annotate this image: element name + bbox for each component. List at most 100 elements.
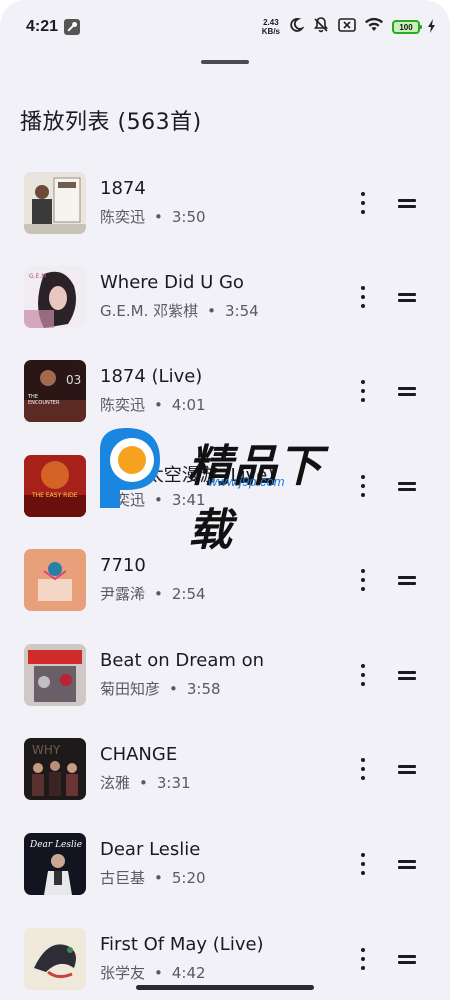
track-artist: 陈奕迅	[100, 396, 146, 414]
album-art: THE EASY RIDE	[24, 455, 86, 517]
status-icons: 2.43 KB/s 100	[262, 16, 436, 38]
svg-text:THE EASY RIDE: THE EASY RIDE	[31, 492, 78, 499]
drag-handle-icon[interactable]	[396, 384, 418, 398]
track-title: 1874 (Live)	[100, 366, 203, 387]
track-row[interactable]: Beat on Dream on 菊田知彦 • 3:58	[0, 644, 450, 738]
meta-separator: •	[169, 680, 178, 698]
track-meta: 尹露浠 • 2:54	[100, 583, 206, 604]
svg-text:G.E.M: G.E.M	[29, 273, 46, 280]
meta-separator: •	[139, 774, 148, 792]
track-artist: 古巨基	[100, 869, 146, 887]
more-vert-icon[interactable]	[356, 284, 370, 310]
track-meta: 菊田知彦 • 3:58	[100, 678, 221, 699]
more-vert-icon[interactable]	[356, 946, 370, 972]
sim-off-icon	[338, 17, 356, 37]
track-meta: 张学友 • 4:42	[100, 962, 206, 983]
track-artist: 尹露浠	[100, 585, 146, 603]
track-duration: 2:54	[171, 585, 206, 603]
track-meta: 陈奕迅 • 3:50	[100, 206, 206, 227]
moon-icon	[288, 17, 305, 37]
track-title: Dear Leslie	[100, 839, 201, 860]
meta-separator: •	[154, 964, 163, 982]
meta-separator: •	[154, 869, 163, 887]
drag-handle-icon[interactable]	[396, 857, 418, 871]
album-art	[24, 644, 86, 706]
track-duration: 3:54	[224, 302, 259, 320]
track-row[interactable]: 03 THE ENCOUNTER 1874 (Live) 陈奕迅 • 4:01	[0, 360, 450, 454]
drag-handle-icon[interactable]	[396, 573, 418, 587]
wrench-icon	[64, 19, 80, 35]
track-row[interactable]: WHY CHANGE 泫雅 • 3:31	[0, 738, 450, 832]
meta-separator: •	[154, 396, 163, 414]
track-duration: 3:58	[186, 680, 221, 698]
track-row[interactable]: Dear Leslie Dear Leslie 古巨基 • 5:20	[0, 833, 450, 927]
track-artist: G.E.M. 邓紫棋	[100, 302, 199, 320]
meta-separator: •	[154, 208, 163, 226]
track-meta: 陈奕迅 • 4:01	[100, 394, 206, 415]
status-bar: 4:21 2.43 KB/s 100	[0, 0, 450, 56]
track-row[interactable]: 1874 陈奕迅 • 3:50	[0, 172, 450, 266]
page-title: 播放列表 (563首)	[20, 110, 202, 135]
album-art: WHY	[24, 738, 86, 800]
album-art: Dear Leslie	[24, 833, 86, 895]
drag-handle-icon[interactable]	[396, 762, 418, 776]
drag-handle-icon[interactable]	[396, 668, 418, 682]
charging-icon	[428, 18, 436, 37]
album-art	[24, 172, 86, 234]
track-row[interactable]: THE EASY RIDE 2001太空漫游 (Live) 陈奕迅 • 3:41	[0, 455, 450, 549]
more-vert-icon[interactable]	[356, 378, 370, 404]
album-art: 03 THE ENCOUNTER	[24, 360, 86, 422]
track-title: First Of May (Live)	[100, 934, 264, 955]
track-meta: 陈奕迅 • 3:41	[100, 489, 206, 510]
svg-text:WHY: WHY	[32, 743, 61, 757]
mute-icon	[312, 16, 330, 38]
track-title: 2001太空漫游 (Live)	[100, 465, 275, 486]
meta-separator: •	[154, 585, 163, 603]
track-title: 7710	[100, 555, 146, 576]
track-artist: 张学友	[100, 964, 146, 982]
meta-separator: •	[154, 491, 163, 509]
more-vert-icon[interactable]	[356, 190, 370, 216]
track-meta: G.E.M. 邓紫棋 • 3:54	[100, 300, 259, 321]
track-duration: 3:41	[171, 491, 206, 509]
more-vert-icon[interactable]	[356, 756, 370, 782]
track-duration: 4:42	[171, 964, 206, 982]
svg-text:ENCOUNTER: ENCOUNTER	[28, 400, 60, 406]
track-artist: 泫雅	[100, 774, 131, 792]
wifi-icon	[364, 17, 384, 37]
svg-text:Dear Leslie: Dear Leslie	[29, 840, 82, 850]
track-row[interactable]: 7710 尹露浠 • 2:54	[0, 549, 450, 643]
track-artist: 陈奕迅	[100, 491, 146, 509]
track-title: Beat on Dream on	[100, 650, 265, 671]
sheet-drag-handle[interactable]	[201, 60, 249, 64]
track-row[interactable]: G.E.M Where Did U Go G.E.M. 邓紫棋 • 3:54	[0, 266, 450, 360]
track-title: 1874	[100, 178, 146, 199]
more-vert-icon[interactable]	[356, 851, 370, 877]
drag-handle-icon[interactable]	[396, 952, 418, 966]
track-duration: 3:50	[171, 208, 206, 226]
meta-separator: •	[207, 302, 216, 320]
track-artist: 陈奕迅	[100, 208, 146, 226]
track-duration: 5:20	[171, 869, 206, 887]
more-vert-icon[interactable]	[356, 567, 370, 593]
network-speed: 2.43 KB/s	[261, 18, 280, 36]
more-vert-icon[interactable]	[356, 662, 370, 688]
more-vert-icon[interactable]	[356, 473, 370, 499]
track-title: CHANGE	[100, 744, 178, 765]
battery-icon: 100	[392, 20, 422, 34]
track-duration: 3:31	[156, 774, 191, 792]
album-art	[24, 928, 86, 990]
track-meta: 泫雅 • 3:31	[100, 772, 191, 793]
track-title: Where Did U Go	[100, 272, 244, 293]
svg-text:03: 03	[66, 373, 81, 387]
status-time: 4:21	[26, 18, 59, 35]
album-art: G.E.M	[24, 266, 86, 328]
album-art	[24, 549, 86, 611]
drag-handle-icon[interactable]	[396, 290, 418, 304]
track-artist: 菊田知彦	[100, 680, 161, 698]
home-indicator[interactable]	[136, 985, 314, 990]
drag-handle-icon[interactable]	[396, 479, 418, 493]
drag-handle-icon[interactable]	[396, 196, 418, 210]
track-meta: 古巨基 • 5:20	[100, 867, 206, 888]
playlist-sheet: 4:21 2.43 KB/s 100 播放列表 (563首) 1874 陈奕迅 …	[0, 0, 450, 1000]
